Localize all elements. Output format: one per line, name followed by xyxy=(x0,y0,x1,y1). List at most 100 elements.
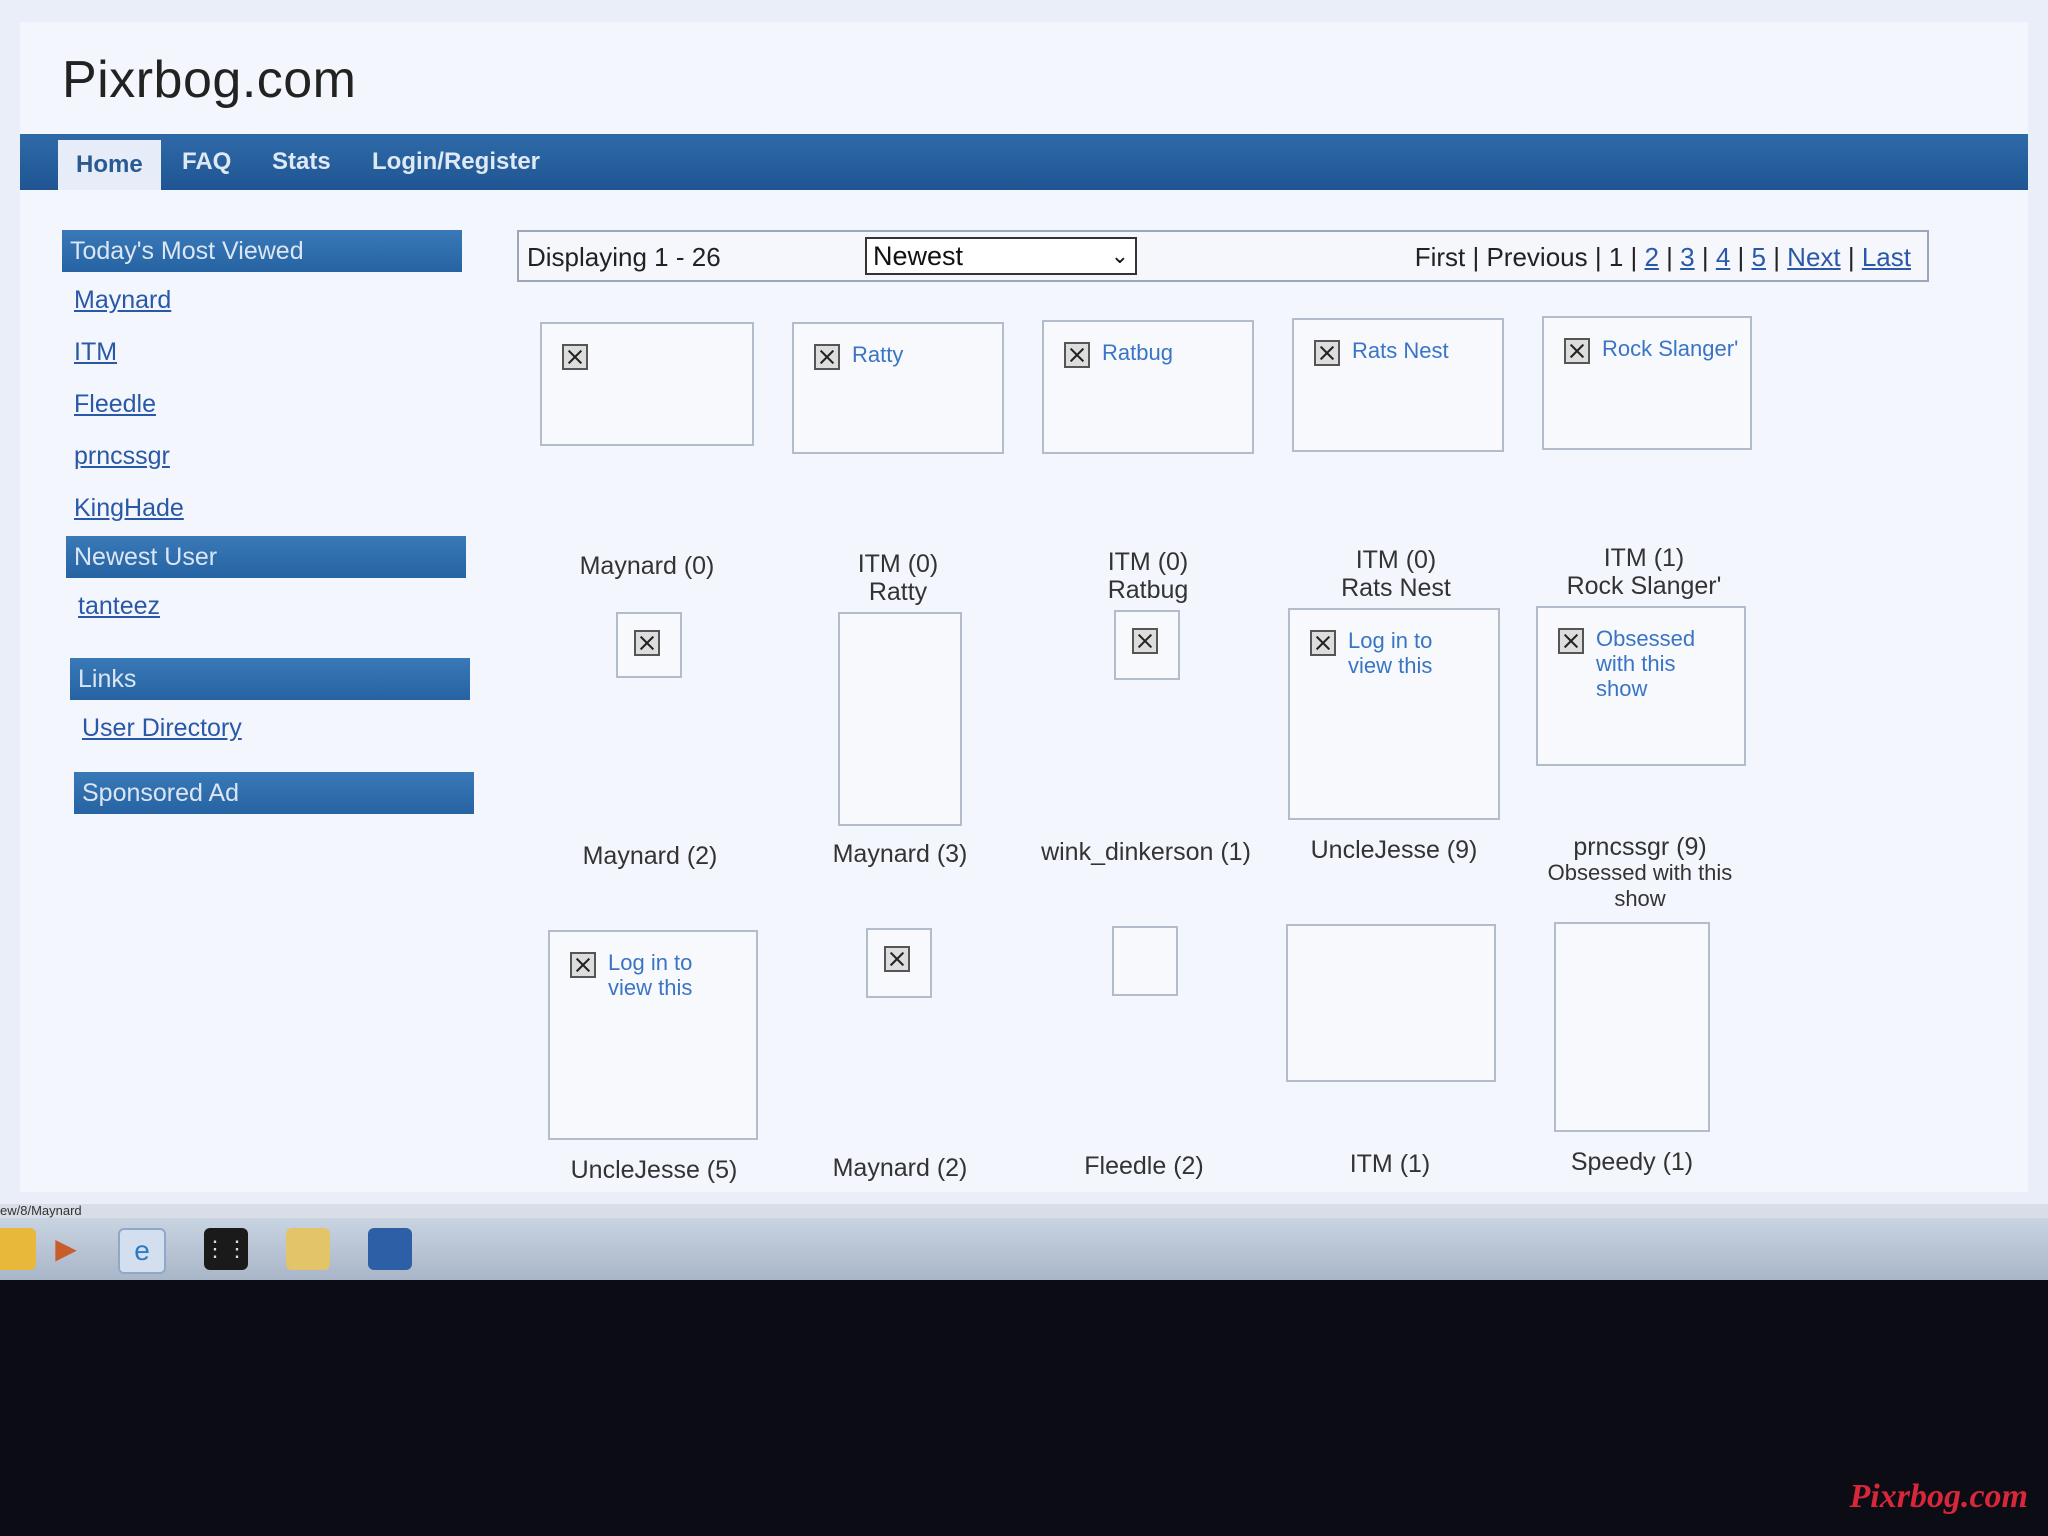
weather-channel-icon[interactable] xyxy=(368,1228,412,1270)
caption-user[interactable]: Maynard (2) xyxy=(520,842,780,870)
most-viewed-link[interactable]: Maynard xyxy=(74,286,171,315)
browser-status-bar: ew/8/Maynard xyxy=(0,1204,2048,1218)
thumbnail-card[interactable]: Ratty xyxy=(792,322,1004,454)
thumbnail-caption: UncleJesse (9) xyxy=(1264,836,1524,864)
caption-user[interactable]: Maynard (3) xyxy=(770,840,1030,868)
thumbnail-caption: prncssgr (9) Obsessed with this show xyxy=(1510,834,1770,912)
user-directory-link[interactable]: User Directory xyxy=(82,714,242,743)
blackberry-icon[interactable]: ⋮⋮ xyxy=(204,1228,248,1270)
caption-user[interactable]: Speedy (1) xyxy=(1502,1148,1762,1176)
status-url: ew/8/Maynard xyxy=(0,1203,82,1218)
broken-image-icon xyxy=(562,344,588,370)
thumbnail-card[interactable]: Obsessed with this show xyxy=(1536,606,1746,766)
caption-user[interactable]: ITM (0) xyxy=(1266,546,1526,574)
thumbnail-alt-text: Rock Slanger' xyxy=(1602,336,1739,361)
thumbnail-card[interactable]: Log in to view this xyxy=(1288,608,1500,820)
browser-screen: Pixrbog.com Home FAQ Stats Login/Registe… xyxy=(0,0,2048,1210)
listing-toolbar: Displaying 1 - 26 Newest ⌄ First | Previ… xyxy=(517,230,1929,282)
thumbnail-caption: ITM (0) Ratty xyxy=(768,550,1028,606)
pager-page-link[interactable]: 4 xyxy=(1716,242,1730,272)
broken-image-icon xyxy=(1564,338,1590,364)
caption-title: Rats Nest xyxy=(1341,574,1451,602)
caption-user[interactable]: wink_dinkerson (1) xyxy=(1016,838,1276,866)
pager-page-link[interactable]: 5 xyxy=(1752,242,1766,272)
nav-faq[interactable]: FAQ xyxy=(182,134,231,190)
pager-first[interactable]: First xyxy=(1415,242,1466,272)
internet-explorer-icon[interactable]: e xyxy=(118,1228,166,1274)
web-page: Pixrbog.com Home FAQ Stats Login/Registe… xyxy=(20,22,2028,1192)
thumbnail-card[interactable]: Ratbug xyxy=(1042,320,1254,454)
thumbnail-card[interactable] xyxy=(616,612,682,678)
thumbnail-alt-text: Log in to view this xyxy=(1348,628,1433,678)
nav-login-register[interactable]: Login/Register xyxy=(372,134,540,190)
thumbnail-caption: Fleedle (2) xyxy=(1014,1152,1274,1180)
thumbnail-card[interactable] xyxy=(1286,924,1496,1082)
thumbnail-alt-text: Obsessed with this show xyxy=(1596,626,1696,701)
caption-title: Ratbug xyxy=(1107,576,1189,604)
pager-next[interactable]: Next xyxy=(1787,242,1840,272)
thumbnail-card[interactable] xyxy=(838,612,962,826)
broken-image-icon xyxy=(1132,628,1158,654)
watermark: Pixrbog.com xyxy=(1849,1478,2028,1515)
thumbnail-caption: Maynard (2) xyxy=(770,1154,1030,1182)
chrome-icon[interactable] xyxy=(0,1228,36,1270)
sort-select-value: Newest xyxy=(873,241,964,271)
displaying-count: Displaying 1 - 26 xyxy=(527,242,721,272)
thumbnail-caption: ITM (1) xyxy=(1260,1150,1520,1178)
pager-page-link[interactable]: 3 xyxy=(1680,242,1694,272)
thumbnail-card[interactable]: Rock Slanger' xyxy=(1542,316,1752,450)
most-viewed-link[interactable]: Fleedle xyxy=(74,390,156,419)
thumbnail-caption: Maynard (3) xyxy=(770,840,1030,868)
media-player-icon[interactable]: ▶ xyxy=(44,1228,88,1270)
most-viewed-heading: Today's Most Viewed xyxy=(62,230,462,272)
thumbnail-card[interactable] xyxy=(1112,926,1178,996)
thumbnail-card[interactable]: Rats Nest xyxy=(1292,318,1504,452)
caption-title: Ratty xyxy=(868,578,928,606)
newest-user-link[interactable]: tanteez xyxy=(78,592,160,621)
broken-image-icon xyxy=(634,630,660,656)
caption-user[interactable]: ITM (1) xyxy=(1514,544,1774,572)
pager-current: 1 xyxy=(1608,242,1624,272)
thumbnail-card[interactable] xyxy=(1114,610,1180,680)
thumbnail-card[interactable] xyxy=(866,928,932,998)
thumbnail-caption: Maynard (0) xyxy=(517,552,777,580)
taskbar: ▶ e ⋮⋮ xyxy=(0,1218,2048,1280)
most-viewed-link[interactable]: KingHade xyxy=(74,494,184,523)
folder-icon[interactable] xyxy=(286,1228,330,1270)
caption-user[interactable]: UncleJesse (9) xyxy=(1264,836,1524,864)
caption-user[interactable]: Fleedle (2) xyxy=(1014,1152,1274,1180)
caption-user[interactable]: ITM (0) xyxy=(1018,548,1278,576)
thumbnail-alt-text: Rats Nest xyxy=(1352,338,1449,363)
sponsored-ad-heading: Sponsored Ad xyxy=(74,772,474,814)
links-heading: Links xyxy=(70,658,470,700)
broken-image-icon xyxy=(1064,342,1090,368)
thumbnail-alt-text: Ratty xyxy=(852,342,904,367)
thumbnail-card[interactable] xyxy=(540,322,754,446)
caption-user[interactable]: Maynard (0) xyxy=(517,552,777,580)
sort-select[interactable]: Newest ⌄ xyxy=(865,237,1137,275)
caption-user[interactable]: prncssgr (9) xyxy=(1510,834,1770,860)
caption-user[interactable]: Maynard (2) xyxy=(770,1154,1030,1182)
broken-image-icon xyxy=(1314,340,1340,366)
broken-image-icon xyxy=(1310,630,1336,656)
caption-user[interactable]: ITM (1) xyxy=(1260,1150,1520,1178)
thumbnail-caption: UncleJesse (5) xyxy=(524,1156,784,1184)
pager-last[interactable]: Last xyxy=(1862,242,1911,272)
thumbnail-card[interactable] xyxy=(1554,922,1710,1132)
caption-user[interactable]: UncleJesse (5) xyxy=(524,1156,784,1184)
thumbnail-card[interactable]: Log in to view this xyxy=(548,930,758,1140)
nav-stats[interactable]: Stats xyxy=(272,134,331,190)
most-viewed-link[interactable]: ITM xyxy=(74,338,117,367)
broken-image-icon xyxy=(814,344,840,370)
most-viewed-link[interactable]: prncssgr xyxy=(74,442,170,471)
caption-user[interactable]: ITM (0) xyxy=(768,550,1028,578)
nav-home[interactable]: Home xyxy=(58,140,161,190)
thumbnail-caption: wink_dinkerson (1) xyxy=(1016,838,1276,866)
thumbnail-alt-text: Ratbug xyxy=(1102,340,1173,365)
caption-title: Obsessed with this show xyxy=(1547,860,1733,911)
top-navbar: Home FAQ Stats Login/Register xyxy=(20,134,2028,190)
pager-page-link[interactable]: 2 xyxy=(1644,242,1658,272)
pager-previous[interactable]: Previous xyxy=(1486,242,1587,272)
broken-image-icon xyxy=(1558,628,1584,654)
broken-image-icon xyxy=(570,952,596,978)
